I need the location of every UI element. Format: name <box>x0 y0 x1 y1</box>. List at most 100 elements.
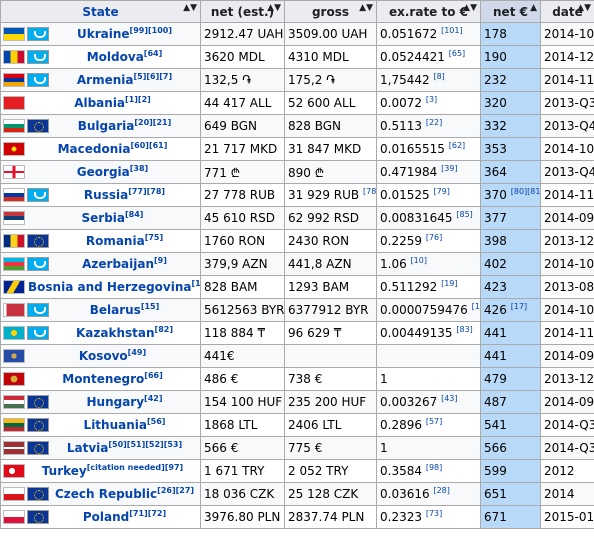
sort-icon[interactable]: ▲▼ <box>463 4 477 13</box>
state-link[interactable]: Belarus[15] <box>52 302 197 318</box>
reference-link[interactable]: [56] <box>147 417 165 426</box>
net-est-cell: 27 778 RUB <box>200 183 285 207</box>
reference-link[interactable]: [80][81] <box>511 187 540 196</box>
table-row: Turkey[citation needed][97] 1 671 TRY 2 05… <box>0 459 594 483</box>
reference-link[interactable]: [62] <box>449 141 465 150</box>
reference-link[interactable]: [1][2] <box>125 95 151 104</box>
reference-link[interactable]: [99][100] <box>130 26 172 35</box>
reference-link[interactable]: [38] <box>130 164 148 173</box>
reference-link[interactable]: [84] <box>125 210 143 219</box>
state-link[interactable]: Montenegro[66] <box>28 371 197 387</box>
date-cell: 2013-Q4 <box>540 160 594 184</box>
reference-link[interactable]: [64] <box>144 49 162 58</box>
sort-ascending-icon[interactable]: ▲ <box>530 4 537 13</box>
state-link[interactable]: Azerbaijan[9] <box>52 256 197 272</box>
reference-link[interactable]: [43] <box>441 394 457 403</box>
reference-link[interactable]: [66] <box>144 371 162 380</box>
reference-link[interactable]: [82] <box>155 325 173 334</box>
state-link[interactable]: Serbia[84] <box>28 210 197 226</box>
flags-group <box>3 165 25 179</box>
state-link[interactable]: Czech Republic[26][27] <box>52 486 197 502</box>
state-link[interactable]: Romania[75] <box>52 233 197 249</box>
header-net-est[interactable]: net (est.) ▲▼ <box>200 0 285 23</box>
net-eur-cell: 566 <box>480 436 541 460</box>
net-eur-cell: 190 <box>480 45 541 69</box>
state-cell: Hungary[42] <box>0 390 201 414</box>
state-link[interactable]: Bosnia and Herzegovina[18][18] <box>28 279 200 295</box>
gross-cell: 775 € <box>284 436 377 460</box>
reference-link[interactable]: [28] <box>433 486 449 495</box>
date-cell: 2014-10 <box>540 137 594 161</box>
flags-group <box>3 27 49 41</box>
header-gross[interactable]: gross ▲▼ <box>284 0 377 23</box>
eu-flag-icon <box>27 234 49 248</box>
state-link[interactable]: Kosovo[49] <box>28 348 197 364</box>
reference-link[interactable]: [17] <box>511 302 527 311</box>
net-est-cell: 5612563 BYR <box>200 298 285 322</box>
reference-link[interactable]: [16] <box>472 302 480 311</box>
reference-link[interactable]: [citation needed][97] <box>87 463 183 472</box>
state-link[interactable]: Albania[1][2] <box>28 95 197 111</box>
reference-link[interactable]: [18][18] <box>192 279 200 288</box>
state-cell: Bulgaria[20][21] <box>0 114 201 138</box>
reference-link[interactable]: [73] <box>426 509 442 518</box>
sort-icon[interactable]: ▲▼ <box>577 4 591 13</box>
header-ex-rate[interactable]: ex.rate to € ▲▼ <box>376 0 481 23</box>
reference-link[interactable]: [65] <box>449 49 465 58</box>
net-est-cell: 379,9 AZN <box>200 252 285 276</box>
header-date[interactable]: date ▲▼ <box>540 0 594 23</box>
reference-link[interactable]: [71][72] <box>129 509 166 518</box>
reference-link[interactable]: [5][6][7] <box>133 72 172 81</box>
reference-link[interactable]: [22] <box>426 118 442 127</box>
reference-link[interactable]: [83] <box>456 325 472 334</box>
state-link[interactable]: Hungary[42] <box>52 394 197 410</box>
state-link[interactable]: Kazakhstan[82] <box>52 325 197 341</box>
net-eur-cell: 402 <box>480 252 541 276</box>
reference-link[interactable]: [98] <box>426 463 442 472</box>
reference-link[interactable]: [42] <box>144 394 162 403</box>
reference-link[interactable]: [75] <box>145 233 163 242</box>
ex-rate-cell: 0.0524421 [65] <box>376 45 481 69</box>
state-link[interactable]: Moldova[64] <box>52 49 197 65</box>
reference-link[interactable]: [76] <box>426 233 442 242</box>
state-link[interactable]: Ukraine[99][100] <box>52 26 197 42</box>
state-link[interactable]: Turkey[citation needed][97] <box>28 463 197 479</box>
header-state[interactable]: State ▲▼ <box>0 0 201 23</box>
reference-link[interactable]: [10] <box>411 256 427 265</box>
reference-link[interactable]: [85] <box>456 210 472 219</box>
state-link[interactable]: Russia[77][78] <box>52 187 197 203</box>
reference-link[interactable]: [49] <box>128 348 146 357</box>
state-link[interactable]: Lithuania[56] <box>52 417 197 433</box>
reference-link[interactable]: [57] <box>426 417 442 426</box>
reference-link[interactable]: [9] <box>154 256 167 265</box>
state-link[interactable]: Macedonia[60][61] <box>28 141 197 157</box>
reference-link[interactable]: [20][21] <box>134 118 171 127</box>
state-link[interactable]: Georgia[38] <box>28 164 197 180</box>
header-net-eur[interactable]: net € ▲ <box>480 0 541 23</box>
reference-link[interactable]: [19] <box>441 279 457 288</box>
reference-link[interactable]: [8] <box>433 72 444 81</box>
net-eur-cell: 232 <box>480 68 541 92</box>
sort-icon[interactable]: ▲▼ <box>267 4 281 13</box>
gross-cell: 3509.00 UAH <box>284 22 377 46</box>
state-cell: Serbia[84] <box>0 206 201 230</box>
state-cell: Romania[75] <box>0 229 201 253</box>
reference-link[interactable]: [26][27] <box>157 486 194 495</box>
reference-link[interactable]: [3] <box>426 95 437 104</box>
sort-icon[interactable]: ▲▼ <box>183 4 197 13</box>
reference-link[interactable]: [60][61] <box>131 141 168 150</box>
sort-icon[interactable]: ▲▼ <box>359 4 373 13</box>
reference-link[interactable]: [78] <box>363 187 376 196</box>
state-link[interactable]: Latvia[50][51][52][53] <box>52 440 197 456</box>
state-link[interactable]: Poland[71][72] <box>52 509 197 525</box>
reference-link[interactable]: [15] <box>141 302 159 311</box>
reference-link[interactable]: [79] <box>433 187 449 196</box>
state-link[interactable]: Bulgaria[20][21] <box>52 118 197 134</box>
reference-link[interactable]: [77][78] <box>128 187 165 196</box>
gross-cell: 96 629 ₸ <box>284 321 377 345</box>
flag-icon <box>3 372 25 386</box>
reference-link[interactable]: [101] <box>441 26 463 35</box>
reference-link[interactable]: [50][51][52][53] <box>108 440 182 449</box>
state-link[interactable]: Armenia[5][6][7] <box>52 72 197 88</box>
reference-link[interactable]: [39] <box>441 164 457 173</box>
